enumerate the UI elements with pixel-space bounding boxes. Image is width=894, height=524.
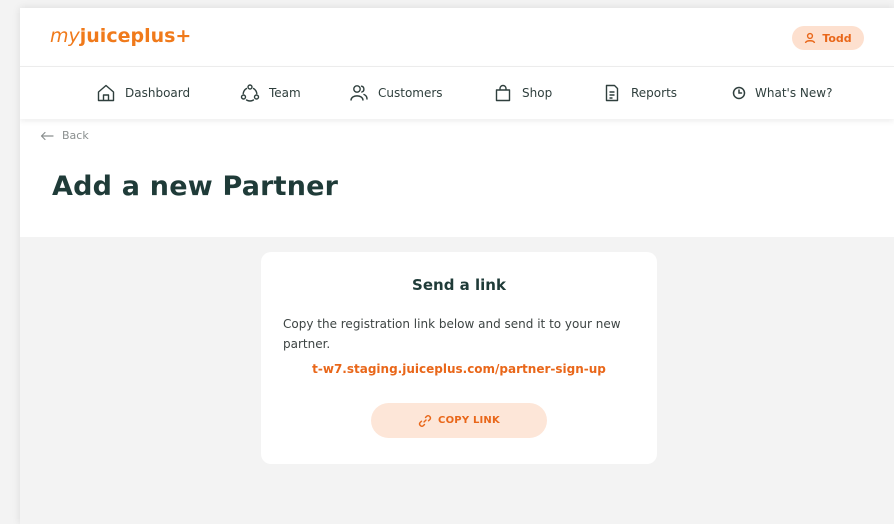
arrow-left-icon	[40, 131, 54, 140]
nav-label-team: Team	[269, 86, 301, 100]
nav-item-shop[interactable]: Shop	[493, 67, 552, 119]
user-name: Todd	[822, 31, 852, 45]
nav-item-customers[interactable]: Customers	[349, 67, 443, 119]
customers-icon	[350, 85, 368, 101]
send-link-card: Send a link Copy the registration link b…	[261, 252, 657, 464]
content-area: Send a link Copy the registration link b…	[20, 237, 894, 524]
back-label: Back	[62, 129, 89, 142]
link-icon	[418, 414, 432, 427]
nav-label-dashboard: Dashboard	[125, 86, 191, 100]
user-menu-button[interactable]: Todd	[792, 26, 864, 50]
home-icon	[97, 84, 115, 102]
document-icon	[605, 84, 619, 102]
nav-label-whats-new: What's New?	[755, 86, 833, 100]
page-title: Add a new Partner	[52, 171, 339, 202]
copy-link-button[interactable]: COPY LINK	[371, 403, 547, 438]
logo[interactable]: myjuiceplus+	[50, 24, 191, 48]
nav-label-shop: Shop	[522, 86, 553, 100]
nav-label-reports: Reports	[631, 86, 678, 100]
nav-item-reports[interactable]: Reports	[602, 67, 677, 119]
logo-prefix: my	[50, 25, 80, 47]
registration-link[interactable]: t-w7.staging.juiceplus.com/partner-sign-…	[261, 362, 657, 376]
card-title: Send a link	[412, 276, 506, 294]
nav-item-whats-new[interactable]: What's New?	[732, 67, 832, 119]
nav-label-customers: Customers	[378, 86, 443, 100]
app-window: myjuiceplus+ Todd Dashboard Team Custome…	[20, 8, 894, 524]
user-icon	[805, 32, 816, 44]
back-link[interactable]: Back	[40, 129, 89, 142]
top-bar: myjuiceplus+ Todd	[20, 8, 894, 66]
nav-item-team[interactable]: Team	[240, 67, 301, 119]
clock-icon	[732, 86, 746, 100]
main-nav: Dashboard Team Customers Shop Reports Wh…	[20, 66, 894, 119]
card-description: Copy the registration link below and sen…	[283, 317, 621, 351]
copy-link-label: COPY LINK	[438, 415, 500, 426]
shopping-bag-icon	[495, 84, 511, 102]
nav-item-dashboard[interactable]: Dashboard	[96, 67, 190, 119]
team-icon	[240, 84, 260, 102]
logo-brand: juiceplus+	[79, 25, 192, 47]
